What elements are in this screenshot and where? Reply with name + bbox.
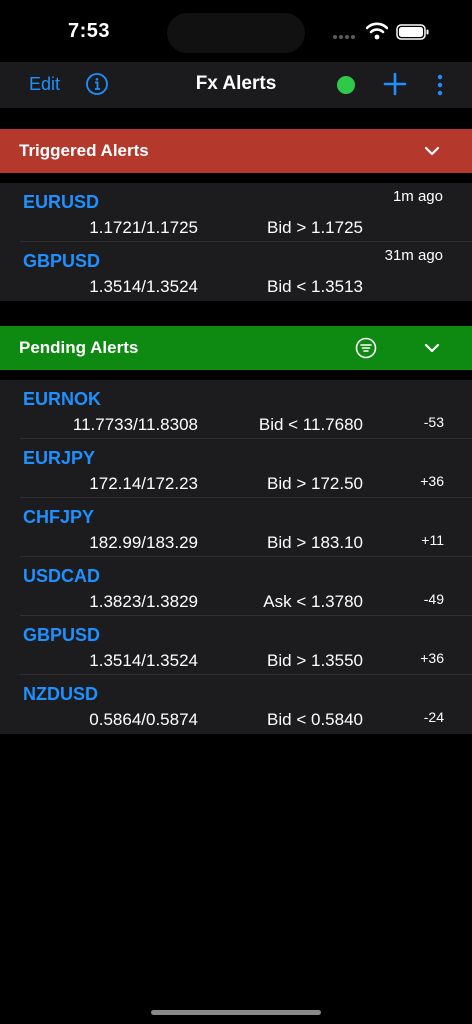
alert-condition: Bid > 1.1725 [267, 218, 363, 237]
battery-icon [396, 24, 429, 40]
currency-pair: GBPUSD [23, 251, 101, 271]
cellular-signal-icon [333, 35, 355, 39]
chevron-down-icon[interactable] [422, 142, 442, 160]
list-item[interactable]: CHFJPY 182.99/183.29 Bid > 183.10 +11 [0, 498, 472, 557]
nav-bar: Edit Fx Alerts [0, 62, 472, 108]
connection-status-indicator [337, 76, 355, 94]
alert-condition: Bid < 0.5840 [267, 710, 363, 729]
currency-pair: NZDUSD [23, 684, 98, 704]
wifi-icon [366, 22, 388, 40]
status-bar: 7:53 [0, 0, 472, 64]
bid-ask-price: 0.5864/0.5874 [89, 710, 198, 729]
pending-alerts-header[interactable]: Pending Alerts [0, 326, 472, 370]
triggered-time: 1m ago [392, 188, 443, 205]
alert-condition: Ask < 1.3780 [263, 592, 363, 611]
list-item[interactable]: NZDUSD 0.5864/0.5874 Bid < 0.5840 -24 [0, 675, 472, 734]
bid-ask-price: 1.1721/1.1725 [89, 218, 198, 237]
home-indicator[interactable] [151, 1010, 321, 1015]
list-item[interactable]: EURJPY 172.14/172.23 Bid > 172.50 +36 [0, 439, 472, 498]
triggered-alerts-list: EURUSD 1m ago 1.1721/1.1725 Bid > 1.1725… [0, 183, 472, 301]
list-item[interactable]: GBPUSD 1.3514/1.3524 Bid > 1.3550 +36 [0, 616, 472, 675]
pip-distance: +36 [420, 650, 444, 666]
status-time: 7:53 [68, 20, 111, 42]
bid-ask-price: 11.7733/11.8308 [72, 415, 198, 434]
chevron-down-icon[interactable] [422, 339, 442, 357]
bid-ask-price: 1.3514/1.3524 [89, 277, 198, 296]
currency-pair: USDCAD [23, 566, 101, 586]
add-alert-icon[interactable] [383, 72, 407, 96]
section-title: Triggered Alerts [19, 141, 149, 160]
currency-pair: GBPUSD [23, 625, 101, 645]
bid-ask-price: 1.3514/1.3524 [89, 651, 198, 670]
alert-condition: Bid < 1.3513 [267, 277, 363, 296]
currency-pair: EURUSD [23, 192, 100, 212]
bid-ask-price: 172.14/172.23 [89, 474, 198, 493]
alert-condition: Bid > 1.3550 [267, 651, 363, 670]
list-item[interactable]: EURNOK 11.7733/11.8308 Bid < 11.7680 -53 [0, 380, 472, 439]
pip-distance: -53 [423, 414, 444, 430]
triggered-time: 31m ago [384, 247, 443, 264]
pip-distance: -24 [423, 709, 444, 725]
pip-distance: +36 [420, 473, 444, 489]
more-options-icon[interactable] [434, 72, 446, 98]
pip-distance: +11 [421, 532, 444, 548]
screen: 7:53 Edit Fx Alerts Triggered Alerts EUR… [0, 0, 472, 1024]
currency-pair: EURJPY [23, 448, 96, 468]
filter-icon[interactable] [355, 337, 377, 359]
list-item[interactable]: USDCAD 1.3823/1.3829 Ask < 1.3780 -49 [0, 557, 472, 616]
triggered-alerts-header[interactable]: Triggered Alerts [0, 129, 472, 173]
list-item[interactable]: GBPUSD 31m ago 1.3514/1.3524 Bid < 1.351… [0, 242, 472, 301]
alert-condition: Bid > 183.10 [267, 533, 363, 552]
pending-alerts-list: EURNOK 11.7733/11.8308 Bid < 11.7680 -53… [0, 380, 472, 734]
bid-ask-price: 182.99/183.29 [89, 533, 198, 552]
dynamic-island [167, 13, 305, 53]
alert-condition: Bid < 11.7680 [258, 415, 363, 434]
pip-distance: -49 [423, 591, 444, 607]
section-title: Pending Alerts [19, 338, 139, 357]
list-item[interactable]: EURUSD 1m ago 1.1721/1.1725 Bid > 1.1725 [0, 183, 472, 242]
currency-pair: CHFJPY [23, 507, 95, 527]
alert-condition: Bid > 172.50 [267, 474, 363, 493]
bid-ask-price: 1.3823/1.3829 [89, 592, 198, 611]
currency-pair: EURNOK [23, 389, 102, 409]
